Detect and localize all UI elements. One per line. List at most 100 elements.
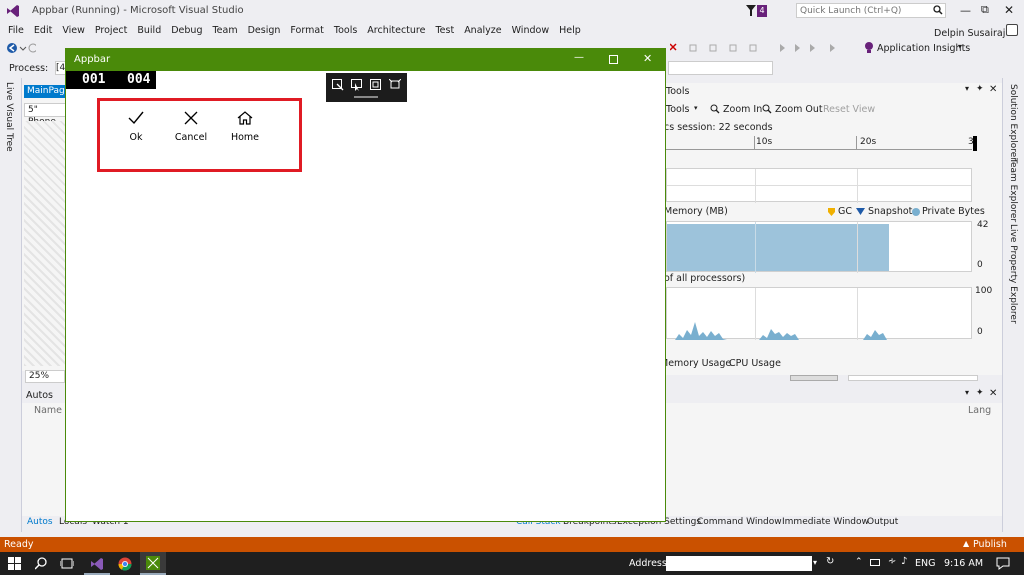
notification-badge[interactable]: 4: [757, 5, 767, 17]
appbar-ok-button[interactable]: Ok: [114, 111, 158, 143]
menu-team[interactable]: Team: [207, 22, 242, 39]
clock[interactable]: 9:16 AM: [944, 558, 983, 569]
solution-explorer-tab[interactable]: Solution Explorer: [1008, 84, 1018, 161]
live-property-explorer-tab[interactable]: Live Property Explorer: [1008, 224, 1018, 324]
stack-frame-dropdown[interactable]: [668, 61, 773, 75]
taskbar-chrome[interactable]: [112, 553, 138, 575]
tab-memory-usage[interactable]: Memory Usage: [660, 358, 731, 369]
diagnostic-tools-panel: Tools ▾ ✦ ✕ Tools ▾ Zoom In Zoom Out Res…: [660, 83, 1002, 381]
appbar-home-button[interactable]: Home: [223, 111, 267, 143]
menu-design[interactable]: Design: [243, 22, 286, 39]
menu-edit[interactable]: Edit: [29, 22, 57, 39]
column-header-language[interactable]: Lang: [968, 405, 991, 416]
toolbar-grip[interactable]: [354, 96, 378, 98]
address-toolbar-label: Address: [629, 558, 667, 569]
team-explorer-tab[interactable]: Team Explorer: [1008, 158, 1018, 222]
tools-chevron-icon[interactable]: ▾: [694, 104, 698, 112]
battery-icon[interactable]: [870, 559, 880, 566]
autos-pin-icon[interactable]: ✦: [976, 388, 984, 398]
go-to-live-visual-tree-icon[interactable]: [332, 79, 344, 91]
menu-architecture[interactable]: Architecture: [362, 22, 430, 39]
tab-immediate-window[interactable]: Immediate Window: [782, 517, 869, 527]
reset-view-button[interactable]: Reset View: [823, 104, 875, 115]
tab-output[interactable]: Output: [867, 517, 898, 527]
menu-file[interactable]: File: [3, 22, 29, 39]
zoom-in-button[interactable]: Zoom In: [723, 104, 762, 115]
designer-canvas: [24, 121, 68, 366]
device-dropdown[interactable]: 5" Phone: [24, 103, 68, 127]
tray-overflow-icon[interactable]: ⌃: [855, 557, 863, 567]
zoom-in-icon[interactable]: [710, 104, 720, 114]
frame-counter-left: 001: [82, 72, 106, 87]
autos-menu-chevron-icon[interactable]: ▾: [965, 388, 969, 397]
language-indicator[interactable]: ENG: [915, 558, 935, 569]
taskbar-appbar[interactable]: [140, 552, 166, 575]
status-ready: Ready: [4, 539, 34, 550]
menu-project[interactable]: Project: [90, 22, 133, 39]
publish-arrow-icon[interactable]: ▲: [963, 539, 969, 548]
menu-window[interactable]: Window: [507, 22, 554, 39]
address-go-icon[interactable]: ↻: [826, 556, 834, 567]
timeline-ruler[interactable]: 10s 20s 3: [666, 136, 974, 150]
filter-notification-icon[interactable]: [746, 5, 756, 16]
autos-close-icon[interactable]: ✕: [989, 388, 997, 399]
search-events-input[interactable]: [848, 375, 978, 381]
memory-chart[interactable]: [666, 221, 972, 273]
live-visual-tree-tab[interactable]: Live Visual Tree: [4, 82, 14, 152]
menu-analyze[interactable]: Analyze: [459, 22, 506, 39]
ok-label: Ok: [129, 132, 143, 143]
panel-close-icon[interactable]: ✕: [989, 84, 997, 95]
restore-button[interactable]: ⧉: [981, 3, 989, 17]
task-view-icon[interactable]: [60, 558, 74, 569]
panel-menu-chevron-icon[interactable]: ▾: [965, 84, 969, 93]
track-focused-element-icon[interactable]: [389, 79, 401, 91]
zoom-out-icon[interactable]: [762, 104, 772, 114]
menu-help[interactable]: Help: [554, 22, 586, 39]
tab-autos[interactable]: Autos: [27, 517, 53, 527]
wifi-icon[interactable]: ∻: [888, 556, 896, 567]
timeline-cursor[interactable]: [973, 136, 977, 151]
action-center-icon[interactable]: [996, 557, 1010, 570]
pin-icon[interactable]: ✦: [976, 84, 984, 94]
cpu-chart[interactable]: [666, 287, 972, 340]
tab-command-window[interactable]: Command Window: [697, 517, 782, 527]
display-layout-adorners-icon[interactable]: [370, 79, 382, 91]
menu-tools[interactable]: Tools: [329, 22, 362, 39]
menu-build[interactable]: Build: [132, 22, 166, 39]
publish-button[interactable]: Publish: [973, 539, 1007, 550]
select-tools-dropdown[interactable]: Tools: [666, 104, 689, 115]
column-header-name[interactable]: Name: [34, 405, 62, 416]
memory-axis-min: 0: [977, 260, 983, 270]
filter-button[interactable]: [790, 375, 838, 381]
application-insights-button[interactable]: Application Insights: [877, 43, 970, 54]
menu-view[interactable]: View: [57, 22, 90, 39]
app-minimize-button[interactable]: —: [574, 52, 584, 63]
address-dropdown-icon[interactable]: ▾: [813, 558, 817, 567]
appbar-cancel-button[interactable]: Cancel: [169, 111, 213, 143]
minimize-button[interactable]: —: [960, 4, 971, 17]
address-input[interactable]: [666, 556, 812, 571]
zoom-out-button[interactable]: Zoom Out: [775, 104, 823, 115]
tab-cpu-usage[interactable]: CPU Usage: [729, 358, 781, 369]
menu-format[interactable]: Format: [285, 22, 328, 39]
quick-launch-input[interactable]: [796, 3, 946, 18]
cortana-search-icon[interactable]: [35, 557, 47, 570]
navigate-back-icon[interactable]: [6, 42, 36, 54]
close-button[interactable]: ✕: [1004, 3, 1014, 17]
menu-test[interactable]: Test: [430, 22, 459, 39]
select-element-icon[interactable]: [351, 79, 363, 91]
search-icon[interactable]: [933, 5, 943, 15]
chevron-down-icon[interactable]: ▾: [958, 42, 962, 51]
volume-icon[interactable]: ♪: [901, 556, 907, 567]
designer-tab-mainpage[interactable]: MainPage: [24, 85, 70, 98]
windows-start-icon[interactable]: [8, 557, 21, 570]
left-tool-strip: Live Visual Tree: [0, 78, 22, 532]
app-close-button[interactable]: ✕: [643, 52, 652, 65]
menu-debug[interactable]: Debug: [166, 22, 207, 39]
frame-counter-right: 004: [127, 72, 151, 87]
debug-toolbar-icons[interactable]: [669, 42, 860, 54]
user-avatar[interactable]: [1006, 24, 1018, 36]
zoom-dropdown[interactable]: 25%: [25, 370, 65, 383]
app-maximize-button[interactable]: [609, 55, 618, 64]
taskbar-visual-studio[interactable]: [84, 553, 110, 575]
